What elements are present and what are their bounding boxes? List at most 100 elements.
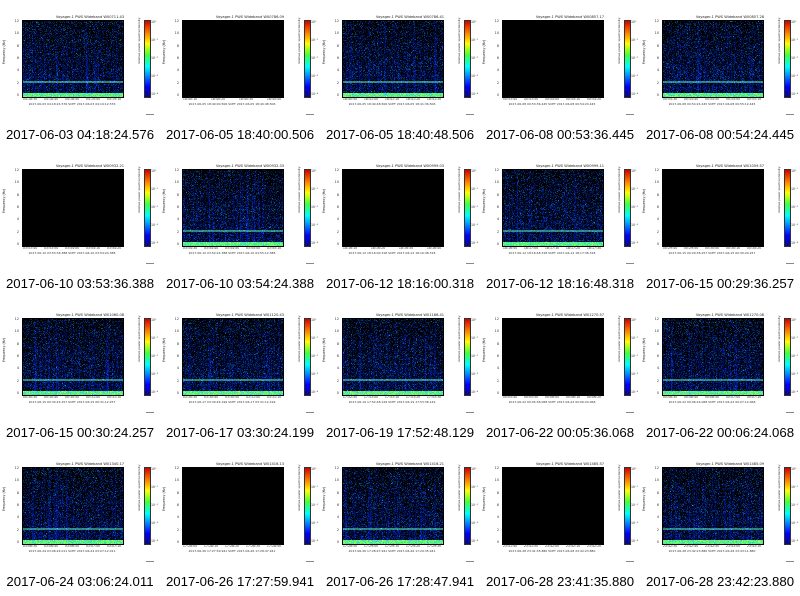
y-tick-label: 8 [656,490,659,495]
colorbar-tick-label: 10⁰ [791,318,797,322]
colorbar [464,20,471,98]
colorbar-tick-label: 10⁰ [471,318,477,322]
y-tick-label: 6 [16,503,19,507]
y-tick-label: 6 [656,205,659,209]
colorbar-tick-label: 10⁻² [631,205,639,209]
x-tick-label: 03:54:50 [224,246,240,250]
x-tick-label: 00:05:40 [502,395,518,399]
colorbar [304,20,311,98]
y-tick-label: 12 [334,19,339,23]
y-tick-label: 0 [176,242,179,246]
colorbar-tick-label: 10⁰ [631,467,637,471]
colorbar-label: relative power spectral density [457,315,461,363]
colorbar-tick-label: 10⁻³ [311,372,319,376]
colorbar-tick-label: 10⁻⁴ [471,92,479,96]
y-tick-label: 10 [174,478,179,483]
y-axis-label: Frequency (Hz) [642,188,646,213]
x-tick-label: 00:30:50 [64,395,80,399]
x-tick-label: 23:41:50 [523,544,539,548]
spectrogram-plot [342,467,444,545]
spectrogram-plot [182,467,284,545]
x-tick-label: 23:43:00 [725,544,741,548]
y-tick-label: 0 [16,242,19,246]
y-tick-label: 0 [496,242,499,246]
x-tick-label: 23:42:50 [704,544,720,548]
y-tick-label: 12 [174,19,179,23]
colorbar-tick-label: 10⁻¹ [471,485,479,489]
spectrogram-panel: Voyager-1 PWS Wideband W00857.28 Frequen… [640,0,800,149]
y-tick-label: 4 [336,515,339,520]
y-tick-label: 10 [654,31,659,36]
y-tick-label: 6 [176,56,179,60]
panel-caption: 2017-06-08 00:53:36.445 [485,127,635,142]
y-tick-label: 12 [334,466,339,470]
spectrogram-panel: Voyager-1 PWS Wideband W01059.57 Frequen… [640,149,800,298]
colorbar-label: relative power spectral density [297,166,301,214]
x-tick-label: 03:30:40 [203,395,219,399]
y-tick-label: 6 [176,354,179,358]
y-tick-label: 8 [496,192,499,197]
colorbar-tick-label: 10⁻³ [311,521,319,525]
colorbar-tick-label: 10⁻⁴ [631,241,639,245]
colorbar-label: relative power spectral density [297,464,301,512]
colorbar-tick-label: 10⁰ [631,20,637,24]
colorbar-tick-label: 10⁻¹ [471,38,479,42]
y-tick-labels: 12 10 8 6 4 2 0 [169,168,179,246]
y-tick-label: 4 [656,366,659,371]
x-tick-label: 18:40:50 [342,97,358,101]
colorbar-tick-label: 10⁻³ [471,223,479,227]
colorbar [624,467,631,545]
colorbar [144,20,151,98]
y-tick-label: 8 [496,341,499,346]
colorbar-tick-label: 10⁻² [631,56,639,60]
colorbar-tick-label: 10⁻⁴ [471,241,479,245]
y-tick-labels: 12 10 8 6 4 2 0 [169,19,179,96]
colorbar-label: relative power spectral density [297,315,301,363]
x-tick-label: 17:28:40 [266,544,282,548]
x-tick-label: 03:30:30 [182,395,198,399]
x-tick-label: 04:18:40 [43,97,59,101]
colorbar-tick-label: 10⁻¹ [151,485,159,489]
colorbar-tick-label: 10⁻⁴ [631,539,639,543]
spectrogram-panel: Voyager-1 PWS Wideband W01270.57 Frequen… [480,298,640,447]
x-axis-subtitle: 2017-06-05 18:40:00.506 SCET 2017-06-05 … [188,102,276,106]
x-tick-label: 23:41:40 [502,544,518,548]
y-tick-label: 2 [496,80,499,85]
y-tick-label: 4 [656,515,659,520]
y-tick-label: 2 [496,229,499,234]
y-tick-label: 10 [14,478,19,483]
y-tick-labels: 12 10 8 6 4 2 0 [329,466,339,543]
colorbar-tick-label: 10⁻⁴ [631,92,639,96]
spectrogram-panel: Voyager-1 PWS Wideband W01340.17 Frequen… [0,447,160,596]
panel-caption: 2017-06-10 03:53:36.388 [5,276,155,291]
y-tick-label: 0 [656,242,659,246]
x-tick-label: 18:40:20 [210,97,226,101]
colorbar-tick-label: 10⁻² [791,205,799,209]
x-axis-subtitle: 2017-06-10 03:53:36.388 SCET 2017-06-10 … [28,251,116,255]
colorbar-tick-label: 10⁻² [471,503,479,507]
colorbar-tick-label: 10⁻⁴ [151,539,159,543]
spectrogram-plot [342,318,444,396]
divider-mark [306,561,314,562]
y-tick-label: 8 [176,490,179,495]
x-tick-label: 23:42:00 [544,544,560,548]
colorbar-tick-label: 10⁻¹ [791,336,799,340]
spectrogram-plot [662,467,764,545]
y-tick-label: 10 [334,329,339,334]
colorbar [784,169,791,247]
x-axis-subtitle: 2017-06-24 03:06:24.011 SCET 2017-06-24 … [28,549,116,553]
y-tick-label: 4 [496,366,499,371]
spectrogram-panel: Voyager-1 PWS Wideband W00999.03 Frequen… [320,149,480,298]
x-tick-label: 04:18:30 [22,97,38,101]
spectrogram-grid: Voyager-1 PWS Wideband W00711.43 Frequen… [0,0,800,596]
y-tick-label: 8 [336,43,339,48]
x-tick-label: 18:41:00 [363,97,379,101]
y-tick-label: 4 [176,217,179,222]
y-axis-label: Frequency (Hz) [322,39,326,64]
y-tick-label: 10 [14,31,19,36]
x-tick-label: 00:54:30 [662,97,678,101]
spectrogram-panel: Voyager-1 PWS Wideband W01416.13 Frequen… [160,447,320,596]
colorbar-tick-label: 10⁻⁴ [311,390,319,394]
panel-title: Voyager-1 PWS Wideband W01416.21 [375,462,445,466]
y-tick-label: 8 [496,43,499,48]
